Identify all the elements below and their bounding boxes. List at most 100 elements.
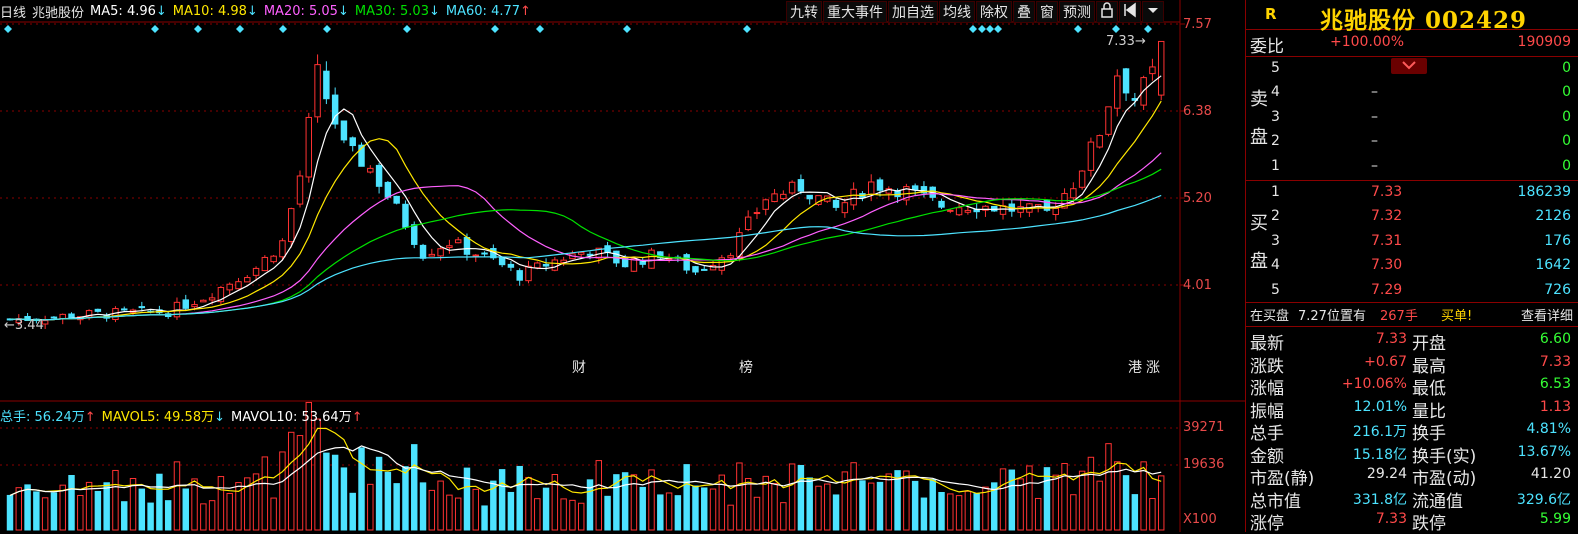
volume-bar <box>446 494 453 531</box>
volume-bar <box>903 470 910 531</box>
volume-bar <box>94 490 102 531</box>
overlay-button[interactable]: 叠 <box>1013 1 1035 23</box>
ma30-label: MA30: <box>354 3 396 19</box>
quote-label: 涨停 <box>1250 514 1284 534</box>
big-order-info-row: 在买盘 7.27位置有 267手 买单! 查看详细 <box>1246 303 1578 325</box>
event-marker-hk[interactable]: 港 <box>1128 357 1142 377</box>
pin-icon[interactable] <box>1119 1 1141 23</box>
candle-body <box>991 205 998 212</box>
max-price-annotation: 7.33→ <box>1106 34 1146 49</box>
volume-bar <box>753 496 761 531</box>
volume-bar <box>534 498 541 531</box>
lock-icon[interactable] <box>1096 1 1118 23</box>
volume-bar <box>1149 498 1156 531</box>
volume-bar <box>885 473 893 531</box>
volume-bar <box>824 483 831 531</box>
candle-body <box>287 208 295 243</box>
volume-bar <box>771 483 778 531</box>
mavol5-label: MAVOL5: <box>101 409 160 425</box>
volume-bar <box>419 482 427 531</box>
buy-level-row[interactable]: 3 7.31 176 <box>1246 230 1578 254</box>
volume-bar <box>780 502 787 531</box>
candle-body <box>1157 40 1165 96</box>
ex-rights-button[interactable]: 除权 <box>976 1 1012 23</box>
candle-body <box>419 244 427 259</box>
kline-chart-area[interactable]: 日线 兆驰股份 MA5: 4.96↓ MA10: 4.98↓ MA20: 5.0… <box>0 0 1245 532</box>
buy-level-price: 7.30 <box>1371 257 1403 274</box>
volume-axis-unit: X100 <box>1183 512 1217 527</box>
volume-bar <box>947 493 954 531</box>
volume-bar <box>911 480 919 531</box>
major-events-button[interactable]: 重大事件 <box>823 1 887 23</box>
buy-level-row[interactable]: 2 7.32 2126 <box>1246 205 1578 229</box>
buy-level-row[interactable]: 5 7.29 726 <box>1246 279 1578 303</box>
buy-level-price: 7.31 <box>1371 232 1403 249</box>
event-diamond-icon <box>969 25 977 33</box>
candle-body <box>947 209 954 212</box>
volume-bar <box>6 494 14 531</box>
quote-value-2: 13.67% <box>1517 443 1571 460</box>
event-diamond-icon <box>986 25 994 33</box>
quote-value-2: 6.60 <box>1539 331 1571 347</box>
buy-level-row[interactable]: 4 7.30 1642 <box>1246 254 1578 278</box>
volume-bar <box>920 497 928 531</box>
mavol5-arrow-icon: ↓ <box>214 409 225 425</box>
candle-body <box>727 255 734 259</box>
volume-bar <box>964 490 972 531</box>
webi-diff: 190909 <box>1517 34 1571 50</box>
candle-body <box>1105 106 1112 135</box>
candle-body <box>384 181 392 198</box>
sell-level-row[interactable]: 1 – 0 <box>1246 155 1578 179</box>
sell-level-row[interactable]: 2 – 0 <box>1246 130 1578 154</box>
sell-level-row[interactable]: 3 – 0 <box>1246 106 1578 130</box>
volume-indicator-bar: 总手: 56.24万↑ MAVOL5: 49.58万↓ MAVOL10: 53.… <box>0 404 369 426</box>
candle-body <box>121 308 128 311</box>
ma20-readout: MA20: 5.05↓ <box>264 4 349 19</box>
ma-indicator-bar: 日线 兆驰股份 MA5: 4.96↓ MA10: 4.98↓ MA20: 5.0… <box>0 0 537 22</box>
candle-body <box>481 252 488 255</box>
webi-label: 委比 <box>1250 37 1284 57</box>
candle-body <box>1114 75 1121 109</box>
window-button[interactable]: 窗 <box>1036 1 1058 23</box>
candle-body <box>1149 66 1156 75</box>
volume-bar <box>33 491 40 531</box>
event-marker-limit[interactable]: 涨 <box>1146 357 1160 377</box>
buy-level-row[interactable]: 1 7.33 186239 <box>1246 181 1578 205</box>
volume-bar <box>674 495 682 531</box>
quotes-divider <box>1246 326 1578 327</box>
candle-body <box>50 316 58 319</box>
candle-body <box>841 202 849 214</box>
volume-bar <box>437 480 444 531</box>
quote-value-2: 5.99 <box>1539 511 1571 527</box>
volume-bar <box>384 471 392 531</box>
big-order-tag: 买单! <box>1441 309 1473 324</box>
kline-svg[interactable] <box>0 0 1245 532</box>
volume-bar <box>68 474 75 531</box>
candle-body <box>894 190 901 198</box>
jiuzhuan-button[interactable]: 九转 <box>786 1 822 23</box>
candle-body <box>911 185 919 190</box>
volume-bar <box>850 462 857 531</box>
volume-bar <box>182 488 189 531</box>
forecast-button[interactable]: 预测 <box>1059 1 1095 23</box>
moving-average-button[interactable]: 均线 <box>939 1 975 23</box>
candle-body <box>1096 135 1103 148</box>
volume-bar <box>411 444 418 531</box>
sell-level-row[interactable]: 4 – 0 <box>1246 81 1578 105</box>
event-marker-list[interactable]: 榜 <box>739 357 753 377</box>
sell-level-row[interactable]: 5 0 <box>1246 57 1578 81</box>
margin-badge: R <box>1265 5 1277 23</box>
total-volume-arrow-icon: ↑ <box>84 409 96 425</box>
event-marker-finance[interactable]: 财 <box>572 357 586 377</box>
ma20-label: MA20: <box>263 3 305 19</box>
buy-level-num: 3 <box>1271 232 1280 249</box>
volume-bar <box>815 485 822 531</box>
add-watchlist-button[interactable]: 加自选 <box>888 1 938 23</box>
view-details-link[interactable]: 查看详细 <box>1521 305 1573 324</box>
volume-bar <box>50 492 58 531</box>
candle-body <box>806 194 813 200</box>
ma60-label: MA60: <box>445 3 487 19</box>
dropdown-icon[interactable] <box>1142 1 1164 23</box>
candle-body <box>138 306 146 309</box>
volume-bar <box>727 504 734 531</box>
